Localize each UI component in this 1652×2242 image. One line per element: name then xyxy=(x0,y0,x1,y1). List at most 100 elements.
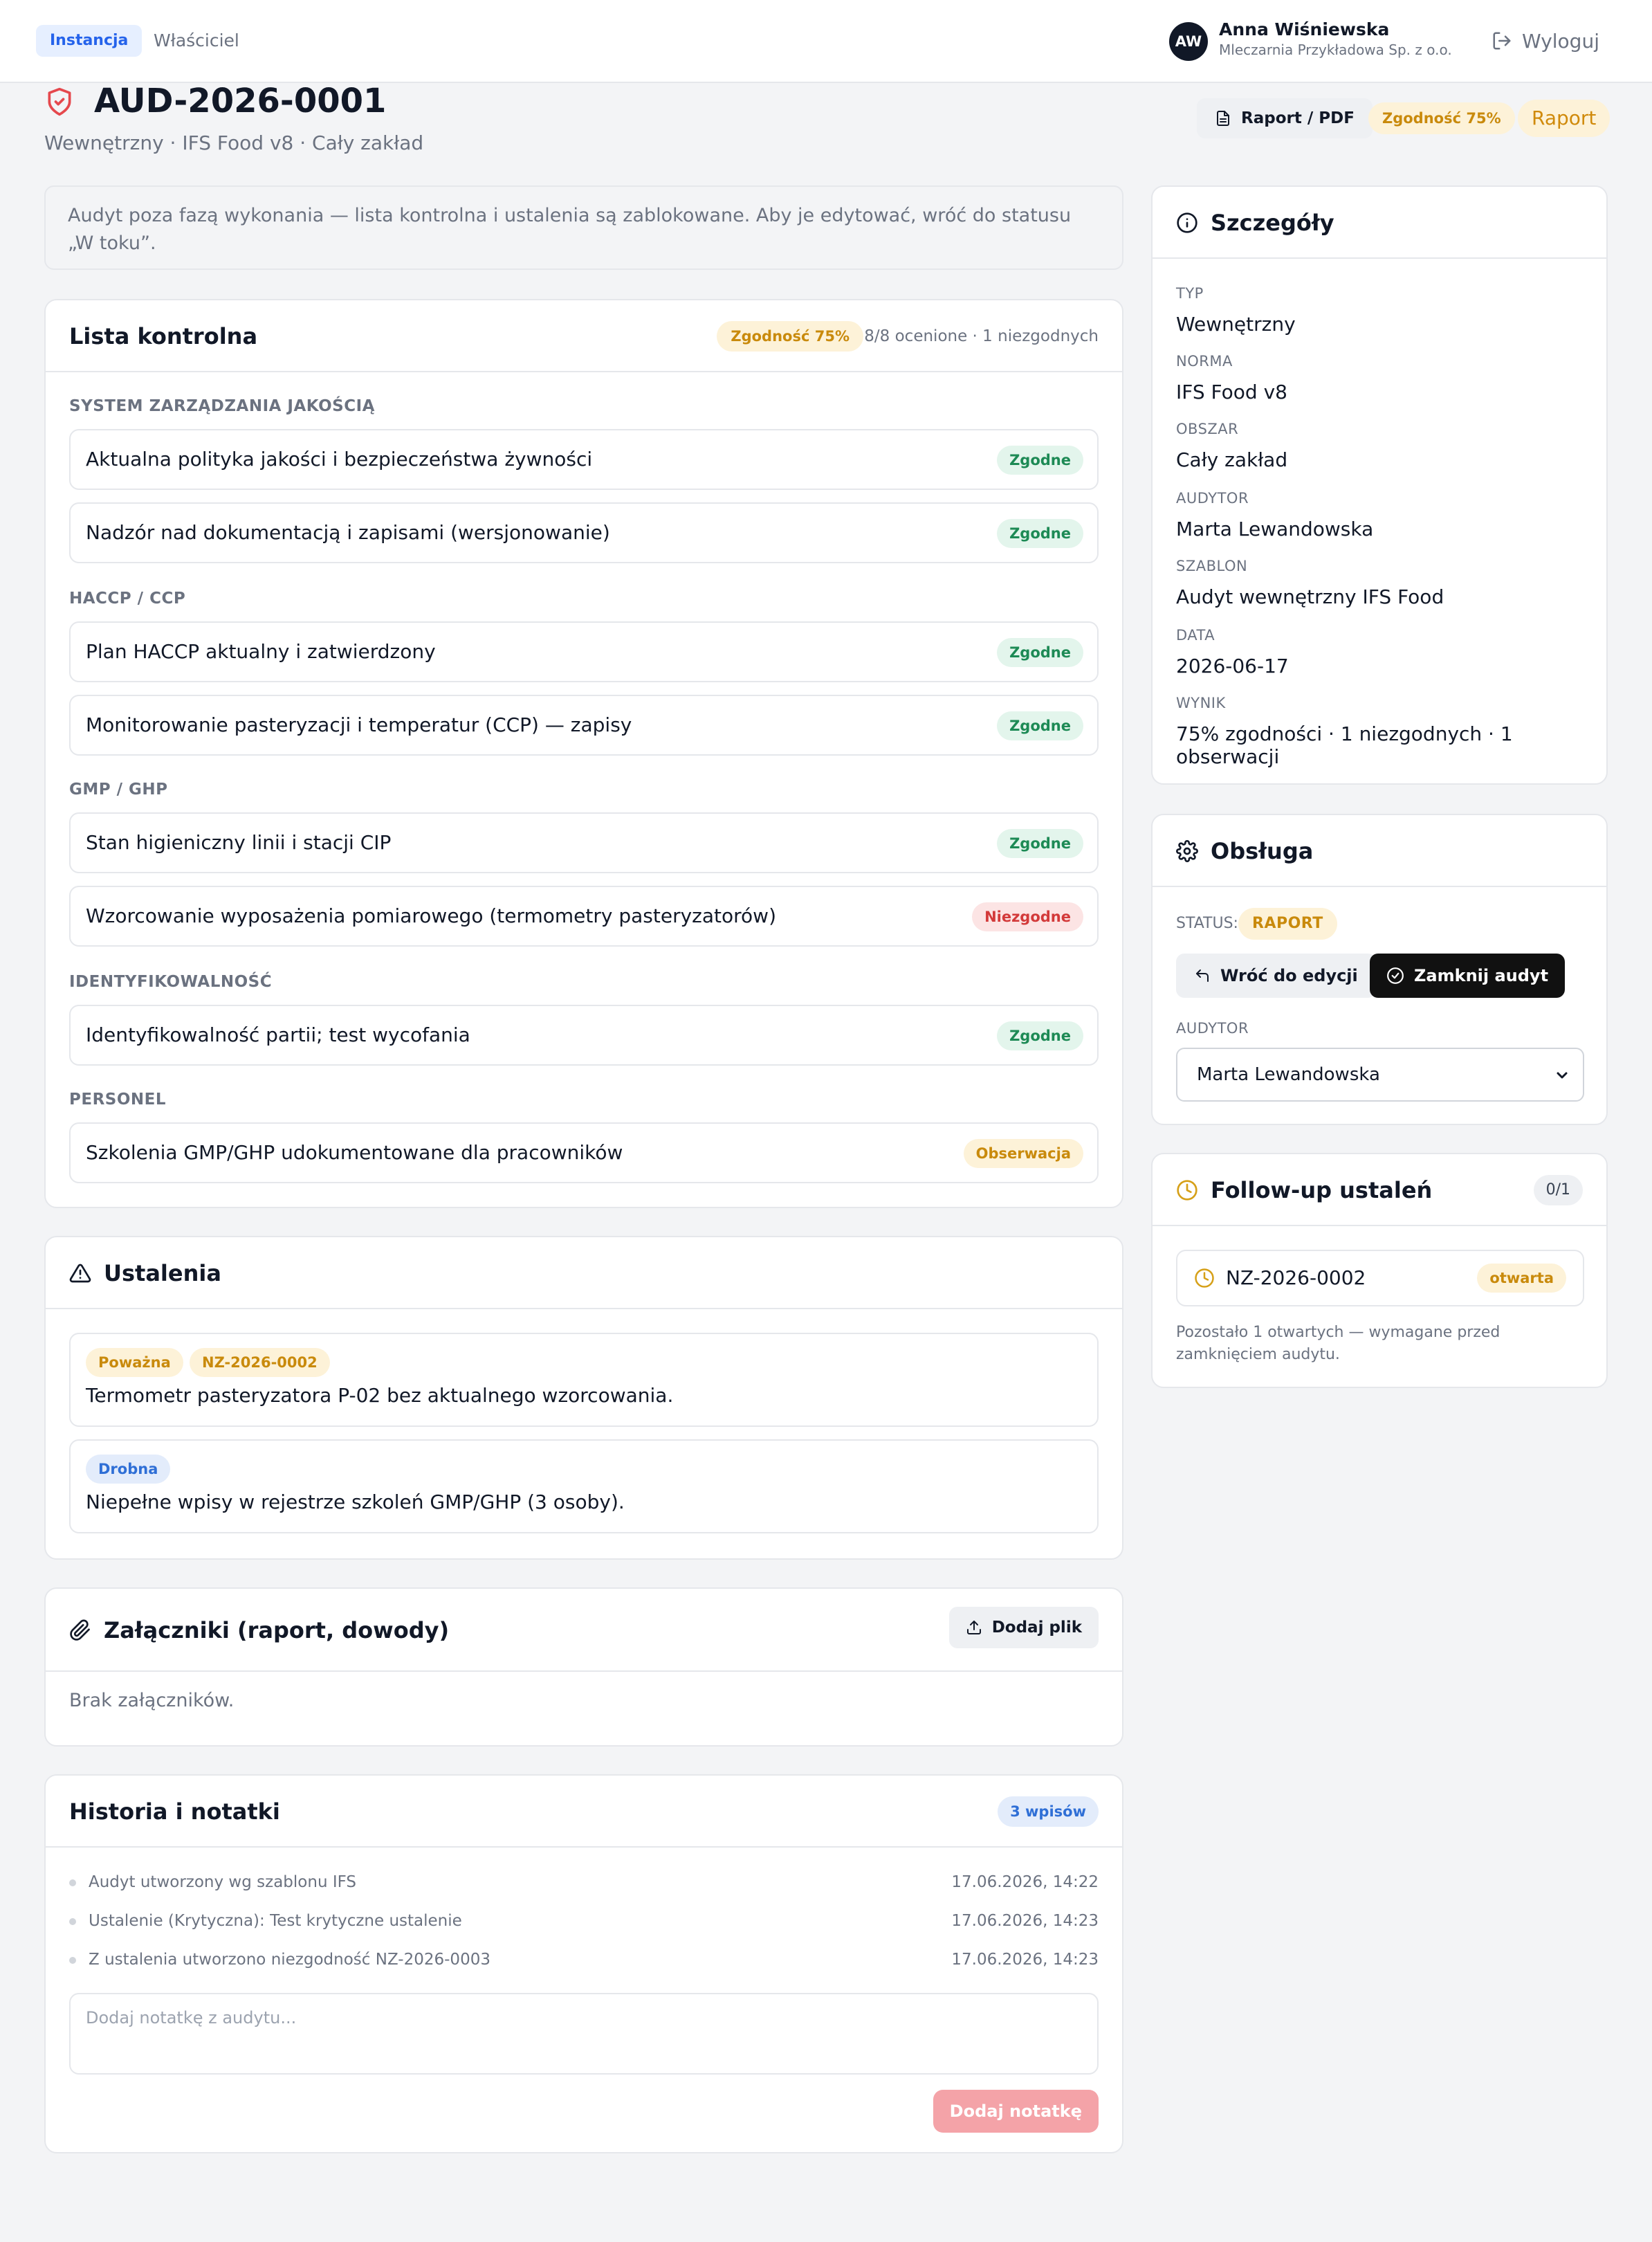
severity-pill: Drobna xyxy=(86,1455,171,1484)
tab-instancja[interactable]: Instancja xyxy=(36,25,143,57)
compliance-badge: Zgodność 75% xyxy=(1368,102,1515,134)
top-bar: Instancja Właściciel AW Anna Wiśniewska … xyxy=(0,0,1652,83)
undo-icon xyxy=(1196,969,1209,982)
checklist-item-text: Stan higieniczny linii i stacji CIP xyxy=(86,831,392,854)
close-audit-button[interactable]: Zamknij audyt xyxy=(1370,954,1566,998)
checklist-item[interactable]: Szkolenia GMP/GHP udokumentowane dla pra… xyxy=(69,1122,1099,1183)
file-icon xyxy=(1217,111,1229,126)
history-title: Historia i notatki xyxy=(69,1798,280,1825)
section-label: PERSONEL xyxy=(69,1091,167,1109)
attachments-title: Załączniki (raport, dowody) xyxy=(104,1617,450,1643)
checklist-item-text: Aktualna polityka jakości i bezpieczeńst… xyxy=(86,448,593,471)
shield-check-icon xyxy=(48,87,71,116)
status-label: STATUS: xyxy=(1176,915,1238,932)
section-label: GMP / GHP xyxy=(69,781,168,799)
bullet-dot xyxy=(69,1957,76,1964)
checklist-item-text: Monitorowanie pasteryzacji i temperatur … xyxy=(86,713,632,736)
followup-title: Follow-up ustaleń xyxy=(1211,1177,1433,1203)
attachments-empty: Brak załączników. xyxy=(69,1690,235,1711)
status-pill: Obserwacja xyxy=(963,1139,1083,1168)
checklist-item[interactable]: Plan HACCP aktualny i zatwierdzony Zgodn… xyxy=(69,621,1099,682)
status-pill: Zgodne xyxy=(997,519,1083,548)
tab-wlasciciel[interactable]: Właściciel xyxy=(154,25,239,57)
history-entry-text: Audyt utworzony wg szablonu IFS xyxy=(89,1873,357,1891)
clock-icon xyxy=(1195,1268,1214,1288)
nonconformity-ref-pill[interactable]: NZ-2026-0002 xyxy=(190,1348,330,1377)
status-badge: Raport xyxy=(1518,100,1610,137)
user-name: Anna Wiśniewska xyxy=(1219,19,1390,39)
add-note-button[interactable]: Dodaj notatkę xyxy=(933,2090,1099,2133)
note-textarea[interactable] xyxy=(69,1993,1099,2075)
service-card: Obsługa STATUS: RAPORT Wróć do edycji Za… xyxy=(1151,814,1608,1125)
checklist-header: Lista kontrolna Zgodność 75% 8/8 ocenion… xyxy=(46,300,1122,372)
detail-label: SZABLON xyxy=(1176,558,1248,574)
finding-item[interactable]: Drobna Niepełne wpisy w rejestrze szkole… xyxy=(69,1439,1099,1533)
add-file-label: Dodaj plik xyxy=(991,1619,1082,1637)
back-to-edit-label: Wróć do edycji xyxy=(1220,966,1358,985)
detail-value: Marta Lewandowska xyxy=(1176,518,1374,540)
checklist-card: Lista kontrolna Zgodność 75% 8/8 ocenion… xyxy=(44,299,1123,1208)
avatar[interactable]: AW xyxy=(1169,22,1208,61)
upload-icon xyxy=(966,1621,981,1634)
bullet-dot xyxy=(69,1918,76,1925)
checklist-compliance-badge: Zgodność 75% xyxy=(717,321,863,352)
logout-button[interactable]: Wyloguj xyxy=(1492,25,1599,57)
checklist-item[interactable]: Monitorowanie pasteryzacji i temperatur … xyxy=(69,695,1099,756)
details-card: Szczegóły TYP Wewnętrzny NORMA IFS Food … xyxy=(1151,185,1608,785)
status-pill: Zgodne xyxy=(997,638,1083,667)
checklist-item[interactable]: Wzorcowanie wyposażenia pomiarowego (ter… xyxy=(69,886,1099,947)
detail-value: Cały zakład xyxy=(1176,448,1288,471)
status-pill: Zgodne xyxy=(997,829,1083,858)
followup-status-pill: otwarta xyxy=(1477,1264,1566,1293)
checklist-item[interactable]: Aktualna polityka jakości i bezpieczeńst… xyxy=(69,429,1099,490)
checklist-item[interactable]: Stan higieniczny linii i stacji CIP Zgod… xyxy=(69,812,1099,873)
checklist-title: Lista kontrolna xyxy=(69,323,258,349)
detail-label: TYP xyxy=(1176,285,1204,302)
report-pdf-button[interactable]: Raport / PDF xyxy=(1197,98,1373,138)
add-file-button[interactable]: Dodaj plik xyxy=(948,1607,1099,1648)
checklist-item[interactable]: Identyfikowalność partii; test wycofania… xyxy=(69,1005,1099,1066)
auditor-select-value: Marta Lewandowska xyxy=(1197,1064,1380,1085)
history-entry-date: 17.06.2026, 14:22 xyxy=(951,1873,1099,1891)
severity-pill: Poważna xyxy=(86,1348,183,1377)
checklist-item-text: Plan HACCP aktualny i zatwierdzony xyxy=(86,640,436,663)
history-card: Historia i notatki 3 wpisów Audyt utworz… xyxy=(44,1774,1123,2153)
details-title: Szczegóły xyxy=(1211,210,1334,236)
section-label: SYSTEM ZARZĄDZANIA JAKOŚCIĄ xyxy=(69,397,375,415)
close-audit-label: Zamknij audyt xyxy=(1414,966,1549,985)
status-pill: RAPORT xyxy=(1238,908,1337,940)
bullet-dot xyxy=(69,1879,76,1886)
followup-count-badge: 0/1 xyxy=(1533,1175,1583,1205)
followup-note: Pozostało 1 otwartych — wymagane przed z… xyxy=(1176,1324,1500,1363)
status-pill: Zgodne xyxy=(997,1021,1083,1050)
checklist-meta: 8/8 ocenione · 1 niezgodnych xyxy=(864,327,1099,345)
back-to-edit-button[interactable]: Wróć do edycji xyxy=(1176,954,1376,998)
followup-item[interactable]: NZ-2026-0002 otwarta xyxy=(1176,1250,1584,1306)
check-circle-icon xyxy=(1387,967,1404,984)
report-pdf-label: Raport / PDF xyxy=(1241,109,1355,127)
page-subtitle: Wewnętrzny · IFS Food v8 · Cały zakład xyxy=(44,131,424,154)
followup-card: Follow-up ustaleń 0/1 NZ-2026-0002 otwar… xyxy=(1151,1153,1608,1388)
service-title: Obsługa xyxy=(1211,838,1314,864)
locked-info-banner: Audyt poza fazą wykonania — lista kontro… xyxy=(44,185,1123,270)
detail-value: 2026-06-17 xyxy=(1176,655,1289,677)
finding-text: Niepełne wpisy w rejestrze szkoleń GMP/G… xyxy=(86,1491,625,1513)
checklist-item-text: Szkolenia GMP/GHP udokumentowane dla pra… xyxy=(86,1141,623,1164)
detail-label: DATA xyxy=(1176,627,1215,644)
history-entry-text: Ustalenie (Krytyczna): Test krytyczne us… xyxy=(89,1912,462,1930)
history-entry: Audyt utworzony wg szablonu IFS 17.06.20… xyxy=(69,1868,1099,1896)
details-header: Szczegóły xyxy=(1153,187,1606,259)
logout-icon xyxy=(1493,32,1511,50)
attachments-header: Załączniki (raport, dowody) Dodaj plik xyxy=(46,1589,1122,1672)
section-label: IDENTYFIKOWALNOŚĆ xyxy=(69,973,273,991)
detail-value: Audyt wewnętrzny IFS Food xyxy=(1176,585,1444,608)
detail-value: 75% zgodności · 1 niezgodnych · 1 obserw… xyxy=(1176,722,1513,768)
auditor-select[interactable]: Marta Lewandowska xyxy=(1176,1048,1584,1102)
finding-text: Termometr pasteryzatora P-02 bez aktualn… xyxy=(86,1384,674,1407)
clock-icon xyxy=(1177,1180,1197,1201)
checklist-item[interactable]: Nadzór nad dokumentacją i zapisami (wers… xyxy=(69,502,1099,563)
history-entry-date: 17.06.2026, 14:23 xyxy=(951,1951,1099,1969)
finding-item[interactable]: Poważna NZ-2026-0002 Termometr pasteryza… xyxy=(69,1333,1099,1427)
findings-header: Ustalenia xyxy=(46,1237,1122,1309)
checklist-item-text: Wzorcowanie wyposażenia pomiarowego (ter… xyxy=(86,904,776,927)
